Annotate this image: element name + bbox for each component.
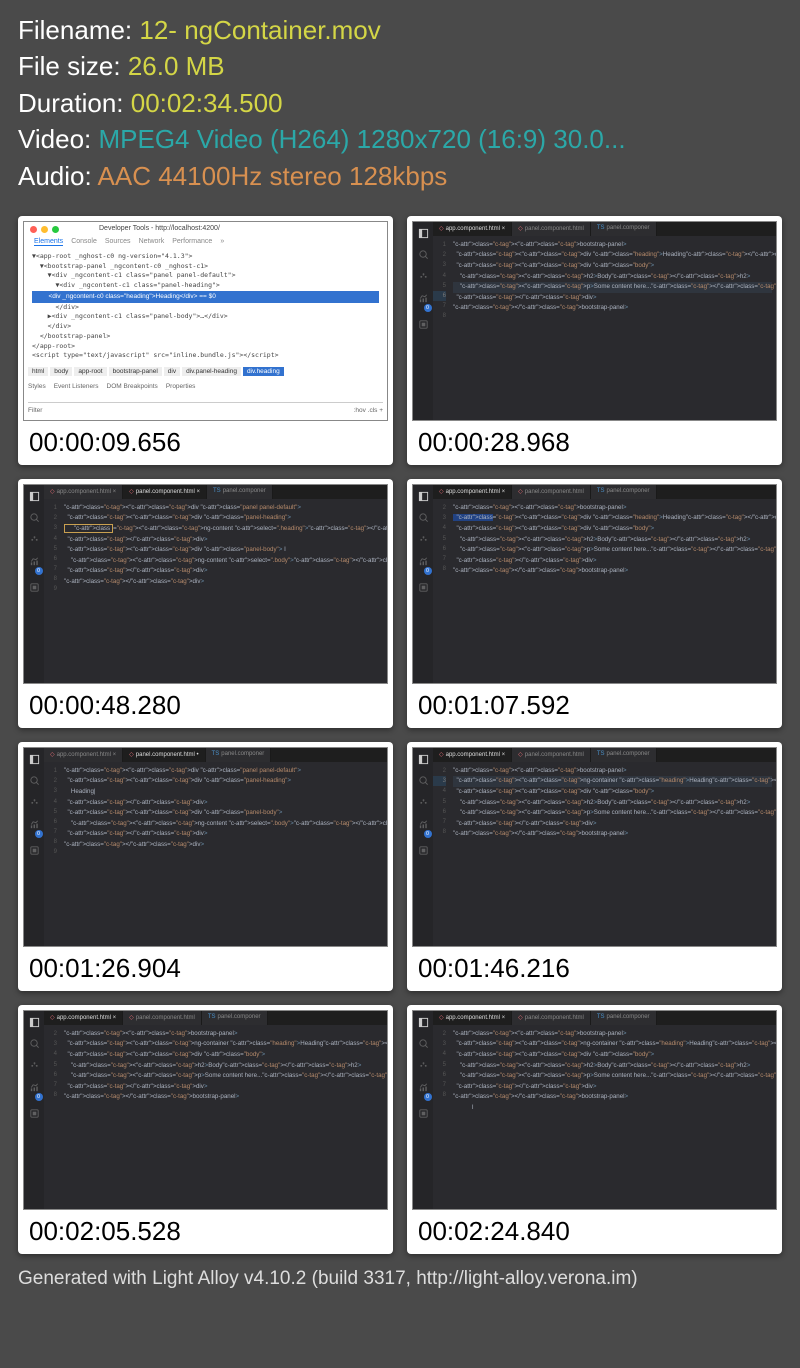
duration-value: 00:02:34.500 [131,88,283,118]
thumbnail-1[interactable]: Developer Tools - http://localhost:4200/… [18,216,393,465]
editor-screenshot: 0◇app.component.html ×◇panel.component.h… [23,484,388,684]
file-info-header: Filename: 12- ngContainer.mov File size:… [0,0,800,202]
timestamp: 00:00:09.656 [23,421,388,460]
line-numbers: 12345678 [433,236,449,420]
code-content: "c-attr">class="c-tag"><"c-attr">class="… [64,1025,383,1103]
video-label: Video: [18,124,98,154]
activity-bar: 0 [413,222,433,420]
code-content: "c-attr">class="c-tag"><"c-attr">class="… [453,1025,772,1113]
devtools-title: Developer Tools - http://localhost:4200/ [99,225,220,232]
editor-screenshot: 0◇app.component.html ×◇panel.component.h… [412,484,777,684]
timestamp: 00:00:28.968 [412,421,777,460]
line-numbers: 2345678 [44,1025,60,1209]
activity-bar: 0 [413,1011,433,1209]
filesize-value: 26.0 MB [128,51,225,81]
audio-label: Audio: [18,161,98,191]
editor-tabs: ◇app.component.html ×◇panel.component.ht… [44,485,387,499]
audio-value: AAC 44100Hz stereo 128kbps [98,161,448,191]
line-numbers: 123456789 [44,762,60,946]
timestamp: 00:00:48.280 [23,684,388,723]
thumbnail-6[interactable]: 0◇app.component.html ×◇panel.component.h… [407,742,782,991]
activity-bar: 0 [24,1011,44,1209]
breadcrumb: htmlbodyapp-rootbootstrap-paneldivdiv.pa… [28,367,284,376]
activity-bar: 0 [413,748,433,946]
timestamp: 00:01:26.904 [23,947,388,986]
thumbnail-2[interactable]: 0◇app.component.html ×◇panel.component.h… [407,216,782,465]
thumbnail-7[interactable]: 0◇app.component.html ×◇panel.component.h… [18,1005,393,1254]
styles-tabs: StylesEvent ListenersDOM BreakpointsProp… [28,383,195,390]
thumbnail-5[interactable]: 0◇app.component.html ×◇panel.component.h… [18,742,393,991]
editor-tabs: ◇app.component.html ×◇panel.component.ht… [433,748,776,762]
code-content: "c-attr">class="c-tag"><"c-attr">class="… [453,499,772,577]
code-content: "c-attr">class="c-tag"><"c-attr">class="… [453,762,772,840]
line-numbers: 2345678 [433,762,449,946]
timestamp: 00:01:46.216 [412,947,777,986]
thumbnail-3[interactable]: 0◇app.component.html ×◇panel.component.h… [18,479,393,728]
thumbnail-grid: Developer Tools - http://localhost:4200/… [0,202,800,1262]
timestamp: 00:02:05.528 [23,1210,388,1249]
editor-screenshot: 0◇app.component.html ×◇panel.component.h… [23,747,388,947]
activity-bar: 0 [24,748,44,946]
thumbnail-8[interactable]: 0◇app.component.html ×◇panel.component.h… [407,1005,782,1254]
duration-label: Duration: [18,88,131,118]
video-value: MPEG4 Video (H264) 1280x720 (16:9) 30.0.… [98,124,625,154]
filter-bar: Filter:hov .cls + [28,402,383,414]
line-numbers: 123456789 [44,499,60,683]
editor-screenshot: 0◇app.component.html ×◇panel.component.h… [412,1010,777,1210]
dom-tree: ▼<app-root _nghost-c0 ng-version="4.1.3"… [32,252,379,361]
line-numbers: 2345678 [433,1025,449,1209]
editor-tabs: ◇app.component.html ×◇panel.component.ht… [44,748,387,762]
code-content: "c-attr">class="c-tag"><"c-attr">class="… [64,499,383,587]
footer-text: Generated with Light Alloy v4.10.2 (buil… [0,1262,800,1296]
editor-screenshot: 0◇app.component.html ×◇panel.component.h… [412,747,777,947]
thumbnail-4[interactable]: 0◇app.component.html ×◇panel.component.h… [407,479,782,728]
editor-tabs: ◇app.component.html ×◇panel.component.ht… [433,1011,776,1025]
filesize-label: File size: [18,51,128,81]
devtools-tabs: ElementsConsoleSourcesNetworkPerformance… [34,238,224,246]
code-content: "c-attr">class="c-tag"><"c-attr">class="… [64,762,383,850]
timestamp: 00:01:07.592 [412,684,777,723]
activity-bar: 0 [413,485,433,683]
editor-tabs: ◇app.component.html ×◇panel.component.ht… [44,1011,387,1025]
line-numbers: 2345678 [433,499,449,683]
filename-label: Filename: [18,15,139,45]
code-content: "c-attr">class="c-tag"><"c-attr">class="… [453,236,772,314]
timestamp: 00:02:24.840 [412,1210,777,1249]
editor-tabs: ◇app.component.html ×◇panel.component.ht… [433,222,776,236]
filename-value: 12- ngContainer.mov [139,15,380,45]
editor-tabs: ◇app.component.html ×◇panel.component.ht… [433,485,776,499]
editor-screenshot: 0◇app.component.html ×◇panel.component.h… [412,221,777,421]
editor-screenshot: 0◇app.component.html ×◇panel.component.h… [23,1010,388,1210]
activity-bar: 0 [24,485,44,683]
devtools-screenshot: Developer Tools - http://localhost:4200/… [23,221,388,421]
window-controls [30,226,59,233]
